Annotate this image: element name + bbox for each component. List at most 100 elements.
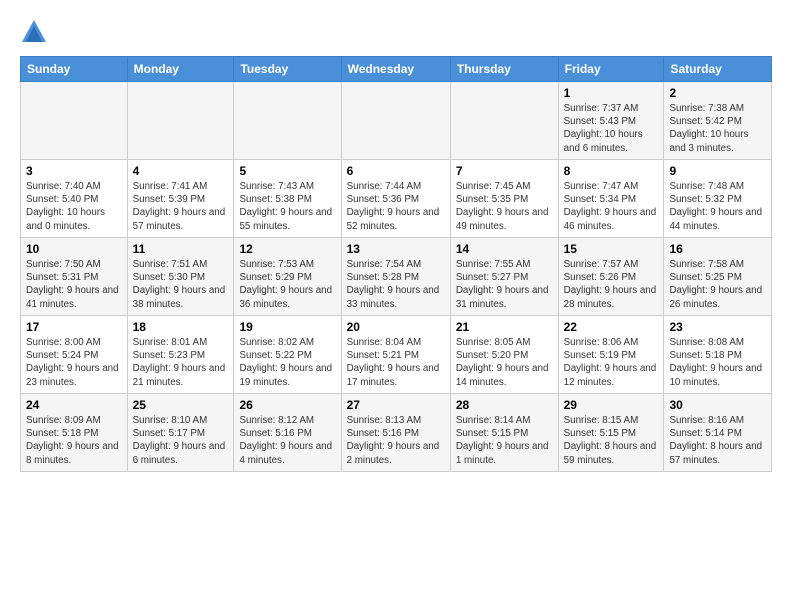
calendar-cell: 13Sunrise: 7:54 AM Sunset: 5:28 PM Dayli… — [341, 238, 450, 316]
calendar-cell: 6 Sunrise: 7:44 AM Sunset: 5:36 PM Daylig… — [341, 160, 450, 238]
calendar: SundayMondayTuesdayWednesdayThursdayFrid… — [20, 56, 772, 472]
calendar-cell: 2 Sunrise: 7:38 AM Sunset: 5:42 PM Daylig… — [664, 82, 772, 160]
day-header-saturday: Saturday — [664, 57, 772, 82]
day-number: 14 — [456, 242, 553, 256]
day-number: 23 — [669, 320, 766, 334]
day-info: Sunrise: 7:37 AM Sunset: 5:43 PM Dayligh… — [564, 102, 659, 155]
day-info: Sunrise: 8:02 AM Sunset: 5:22 PM Dayligh… — [239, 336, 335, 389]
calendar-cell: 23 Sunrise: 8:08 AM Sunset: 5:18 PM Dayli… — [664, 316, 772, 394]
calendar-cell — [127, 82, 234, 160]
calendar-cell: 4 Sunrise: 7:41 AM Sunset: 5:39 PM Daylig… — [127, 160, 234, 238]
calendar-week-1: 1 Sunrise: 7:37 AM Sunset: 5:43 PM Daylig… — [21, 82, 772, 160]
day-number: 15 — [564, 242, 659, 256]
day-number: 27 — [347, 398, 445, 412]
day-number: 17 — [26, 320, 122, 334]
day-info: Sunrise: 7:44 AM Sunset: 5:36 PM Dayligh… — [347, 180, 445, 233]
day-header-tuesday: Tuesday — [234, 57, 341, 82]
day-number: 1 — [564, 86, 659, 100]
calendar-cell: 10Sunrise: 7:50 AM Sunset: 5:31 PM Dayli… — [21, 238, 128, 316]
calendar-week-5: 24 Sunrise: 8:09 AM Sunset: 5:18 PM Dayli… — [21, 394, 772, 472]
calendar-cell — [341, 82, 450, 160]
day-info: Sunrise: 8:01 AM Sunset: 5:23 PM Dayligh… — [133, 336, 229, 389]
page: SundayMondayTuesdayWednesdayThursdayFrid… — [0, 0, 792, 482]
day-info: Sunrise: 8:05 AM Sunset: 5:20 PM Dayligh… — [456, 336, 553, 389]
day-info: Sunrise: 8:04 AM Sunset: 5:21 PM Dayligh… — [347, 336, 445, 389]
day-number: 4 — [133, 164, 229, 178]
day-number: 10 — [26, 242, 122, 256]
day-number: 9 — [669, 164, 766, 178]
calendar-cell: 14 Sunrise: 7:55 AM Sunset: 5:27 PM Dayli… — [450, 238, 558, 316]
day-number: 12 — [239, 242, 335, 256]
calendar-cell: 8Sunrise: 7:47 AM Sunset: 5:34 PM Daylig… — [558, 160, 664, 238]
days-header-row: SundayMondayTuesdayWednesdayThursdayFrid… — [21, 57, 772, 82]
day-number: 26 — [239, 398, 335, 412]
calendar-week-2: 3 Sunrise: 7:40 AM Sunset: 5:40 PM Daylig… — [21, 160, 772, 238]
day-info: Sunrise: 8:10 AM Sunset: 5:17 PM Dayligh… — [133, 414, 229, 467]
calendar-header: SundayMondayTuesdayWednesdayThursdayFrid… — [21, 57, 772, 82]
calendar-cell: 26Sunrise: 8:12 AM Sunset: 5:16 PM Dayli… — [234, 394, 341, 472]
day-info: Sunrise: 7:40 AM Sunset: 5:40 PM Dayligh… — [26, 180, 122, 233]
calendar-cell: 5Sunrise: 7:43 AM Sunset: 5:38 PM Daylig… — [234, 160, 341, 238]
day-info: Sunrise: 7:45 AM Sunset: 5:35 PM Dayligh… — [456, 180, 553, 233]
calendar-cell: 25 Sunrise: 8:10 AM Sunset: 5:17 PM Dayli… — [127, 394, 234, 472]
calendar-cell: 3 Sunrise: 7:40 AM Sunset: 5:40 PM Daylig… — [21, 160, 128, 238]
calendar-week-3: 10Sunrise: 7:50 AM Sunset: 5:31 PM Dayli… — [21, 238, 772, 316]
day-header-sunday: Sunday — [21, 57, 128, 82]
calendar-cell: 21 Sunrise: 8:05 AM Sunset: 5:20 PM Dayli… — [450, 316, 558, 394]
day-info: Sunrise: 7:43 AM Sunset: 5:38 PM Dayligh… — [239, 180, 335, 233]
day-info: Sunrise: 8:09 AM Sunset: 5:18 PM Dayligh… — [26, 414, 122, 467]
day-number: 20 — [347, 320, 445, 334]
day-info: Sunrise: 8:14 AM Sunset: 5:15 PM Dayligh… — [456, 414, 553, 467]
calendar-cell — [234, 82, 341, 160]
day-number: 28 — [456, 398, 553, 412]
calendar-cell: 15 Sunrise: 7:57 AM Sunset: 5:26 PM Dayli… — [558, 238, 664, 316]
calendar-week-4: 17Sunrise: 8:00 AM Sunset: 5:24 PM Dayli… — [21, 316, 772, 394]
calendar-cell: 7Sunrise: 7:45 AM Sunset: 5:35 PM Daylig… — [450, 160, 558, 238]
day-info: Sunrise: 7:41 AM Sunset: 5:39 PM Dayligh… — [133, 180, 229, 233]
day-number: 24 — [26, 398, 122, 412]
day-number: 2 — [669, 86, 766, 100]
calendar-cell: 1 Sunrise: 7:37 AM Sunset: 5:43 PM Daylig… — [558, 82, 664, 160]
day-number: 29 — [564, 398, 659, 412]
calendar-cell: 29Sunrise: 8:15 AM Sunset: 5:15 PM Dayli… — [558, 394, 664, 472]
calendar-cell: 28 Sunrise: 8:14 AM Sunset: 5:15 PM Dayli… — [450, 394, 558, 472]
day-info: Sunrise: 8:13 AM Sunset: 5:16 PM Dayligh… — [347, 414, 445, 467]
day-info: Sunrise: 7:58 AM Sunset: 5:25 PM Dayligh… — [669, 258, 766, 311]
calendar-cell — [21, 82, 128, 160]
day-info: Sunrise: 8:08 AM Sunset: 5:18 PM Dayligh… — [669, 336, 766, 389]
logo-icon — [20, 18, 48, 46]
day-number: 18 — [133, 320, 229, 334]
calendar-cell: 17Sunrise: 8:00 AM Sunset: 5:24 PM Dayli… — [21, 316, 128, 394]
calendar-cell: 12Sunrise: 7:53 AM Sunset: 5:29 PM Dayli… — [234, 238, 341, 316]
calendar-cell: 9Sunrise: 7:48 AM Sunset: 5:32 PM Daylig… — [664, 160, 772, 238]
day-number: 3 — [26, 164, 122, 178]
day-info: Sunrise: 7:57 AM Sunset: 5:26 PM Dayligh… — [564, 258, 659, 311]
calendar-cell: 11Sunrise: 7:51 AM Sunset: 5:30 PM Dayli… — [127, 238, 234, 316]
calendar-cell: 24 Sunrise: 8:09 AM Sunset: 5:18 PM Dayli… — [21, 394, 128, 472]
logo — [20, 18, 52, 46]
day-info: Sunrise: 7:51 AM Sunset: 5:30 PM Dayligh… — [133, 258, 229, 311]
calendar-body: 1 Sunrise: 7:37 AM Sunset: 5:43 PM Daylig… — [21, 82, 772, 472]
day-number: 19 — [239, 320, 335, 334]
day-header-thursday: Thursday — [450, 57, 558, 82]
calendar-cell: 20 Sunrise: 8:04 AM Sunset: 5:21 PM Dayli… — [341, 316, 450, 394]
day-header-monday: Monday — [127, 57, 234, 82]
day-info: Sunrise: 7:47 AM Sunset: 5:34 PM Dayligh… — [564, 180, 659, 233]
day-info: Sunrise: 7:54 AM Sunset: 5:28 PM Dayligh… — [347, 258, 445, 311]
calendar-cell: 18 Sunrise: 8:01 AM Sunset: 5:23 PM Dayli… — [127, 316, 234, 394]
calendar-cell: 19 Sunrise: 8:02 AM Sunset: 5:22 PM Dayli… — [234, 316, 341, 394]
calendar-cell: 30Sunrise: 8:16 AM Sunset: 5:14 PM Dayli… — [664, 394, 772, 472]
header — [20, 18, 772, 46]
day-info: Sunrise: 7:38 AM Sunset: 5:42 PM Dayligh… — [669, 102, 766, 155]
calendar-cell — [450, 82, 558, 160]
day-number: 16 — [669, 242, 766, 256]
calendar-cell: 22Sunrise: 8:06 AM Sunset: 5:19 PM Dayli… — [558, 316, 664, 394]
day-info: Sunrise: 7:55 AM Sunset: 5:27 PM Dayligh… — [456, 258, 553, 311]
day-number: 21 — [456, 320, 553, 334]
day-number: 6 — [347, 164, 445, 178]
day-header-wednesday: Wednesday — [341, 57, 450, 82]
day-info: Sunrise: 8:06 AM Sunset: 5:19 PM Dayligh… — [564, 336, 659, 389]
day-header-friday: Friday — [558, 57, 664, 82]
day-number: 25 — [133, 398, 229, 412]
calendar-cell: 16 Sunrise: 7:58 AM Sunset: 5:25 PM Dayli… — [664, 238, 772, 316]
